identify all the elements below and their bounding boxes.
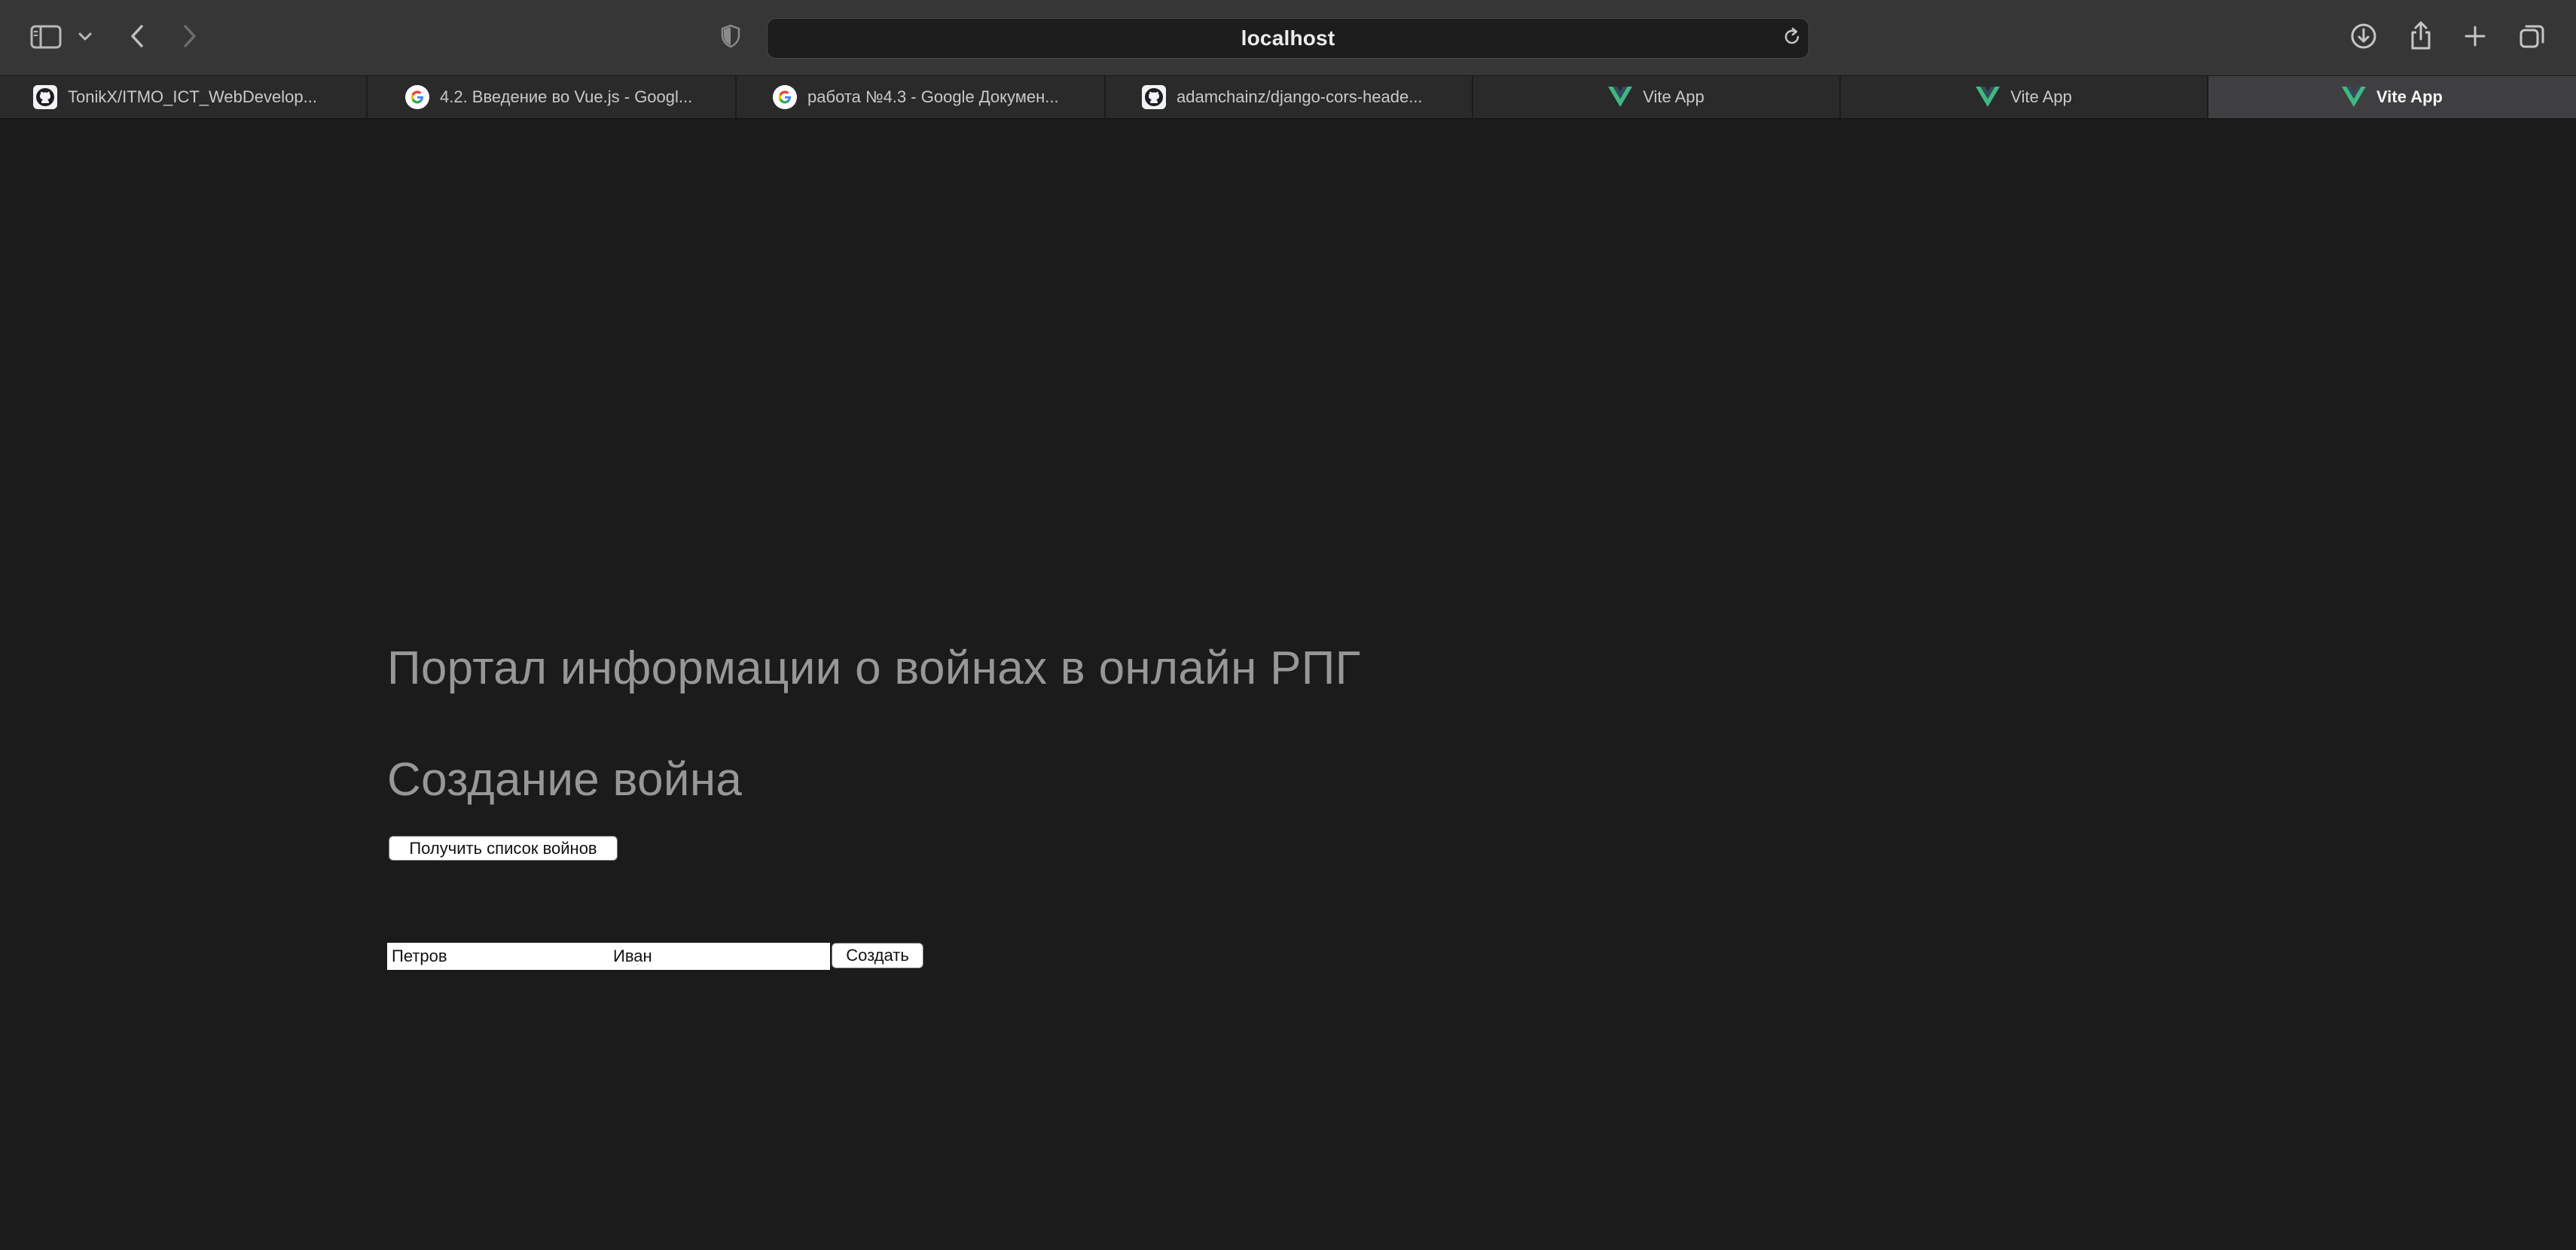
address-text: localhost <box>1241 26 1335 50</box>
privacy-shield-icon[interactable] <box>719 23 743 50</box>
new-tab-icon[interactable] <box>2462 23 2489 50</box>
last-name-input[interactable] <box>387 943 609 970</box>
tab-github-cors[interactable]: adamchainz/django-cors-heade... <box>1106 76 1473 118</box>
tab-label: Vite App <box>2010 87 2072 106</box>
chevron-down-icon[interactable] <box>75 27 95 47</box>
tab-vite-app-2[interactable]: Vite App <box>1841 76 2208 118</box>
google-icon <box>773 85 797 109</box>
get-warriors-button[interactable]: Получить список войнов <box>389 836 618 861</box>
tab-label: Vite App <box>2376 87 2443 106</box>
vue-icon <box>1976 85 2001 109</box>
github-icon <box>33 85 57 109</box>
tab-label: Vite App <box>1643 87 1705 106</box>
page-title: Портал информации о войнах в онлайн РПГ <box>387 642 1361 694</box>
tab-google-doc[interactable]: работа №4.3 - Google Докумен... <box>737 76 1106 118</box>
forward-icon[interactable] <box>176 21 203 51</box>
sidebar-toggle-icon[interactable] <box>29 23 63 51</box>
tab-label: 4.2. Введение во Vue.js - Googl... <box>440 87 693 106</box>
tab-label: TonikX/ITMO_ICT_WebDevelop... <box>68 87 317 106</box>
tab-label: работа №4.3 - Google Докумен... <box>807 87 1059 106</box>
create-button[interactable]: Создать <box>832 943 923 968</box>
github-icon <box>1142 85 1166 109</box>
tab-github-itmo[interactable]: TonikX/ITMO_ICT_WebDevelop... <box>0 76 368 118</box>
tab-label: adamchainz/django-cors-heade... <box>1177 87 1423 106</box>
share-icon[interactable] <box>2406 18 2436 53</box>
tab-vue-intro[interactable]: 4.2. Введение во Vue.js - Googl... <box>368 76 737 118</box>
back-icon[interactable] <box>124 21 151 51</box>
first-name-input[interactable] <box>609 943 830 970</box>
create-warrior-title: Создание война <box>387 754 743 806</box>
reload-icon[interactable] <box>1781 26 1803 48</box>
tab-vite-app-1[interactable]: Vite App <box>1473 76 1841 118</box>
tab-vite-app-active[interactable]: Vite App <box>2208 76 2576 118</box>
tab-overview-icon[interactable] <box>2517 21 2547 51</box>
vue-icon <box>2341 85 2366 109</box>
downloads-icon[interactable] <box>2349 21 2379 51</box>
browser-toolbar: localhost <box>0 0 2576 75</box>
tab-bar: TonikX/ITMO_ICT_WebDevelop... 4.2. Введе… <box>0 75 2576 119</box>
google-icon <box>405 85 429 109</box>
vue-icon <box>1608 85 1633 109</box>
address-bar[interactable]: localhost <box>767 18 1809 59</box>
